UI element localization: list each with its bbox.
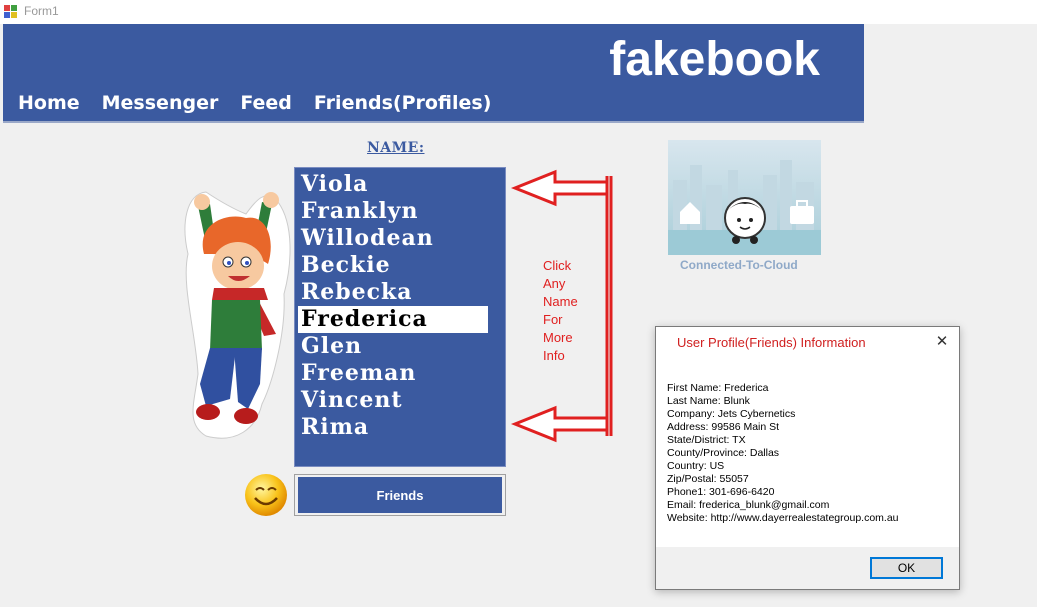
list-item[interactable]: Beckie <box>298 252 488 279</box>
cloud-status-label: Connected-To-Cloud <box>680 258 798 272</box>
profile-line: Zip/Postal: 55057 <box>667 473 749 485</box>
profile-line: County/Province: Dallas <box>667 447 780 459</box>
main-window: Form1 fakebook Home Messenger Feed Frien… <box>0 0 1037 607</box>
list-item[interactable]: Vincent <box>298 387 488 414</box>
profile-line: First Name: Frederica <box>667 382 769 394</box>
nav-home[interactable]: Home <box>18 92 80 114</box>
profile-line: Website: http://www.dayerrealestategroup… <box>667 512 899 524</box>
hint-line: Name <box>543 294 578 309</box>
jumping-boy-cartoon-image <box>184 191 291 439</box>
list-item[interactable]: Glen <box>298 333 488 360</box>
header-divider <box>3 121 864 123</box>
ok-button[interactable]: OK <box>870 557 943 579</box>
dialog-title: User Profile(Friends) Information <box>677 335 866 350</box>
profile-info-dialog: User Profile(Friends) Information ✕ Firs… <box>655 326 960 590</box>
hint-line: More <box>543 330 573 345</box>
list-item[interactable]: Freeman <box>298 360 488 387</box>
profile-line: Country: US <box>667 460 725 472</box>
list-item[interactable]: Viola <box>298 171 488 198</box>
profile-line: Phone1: 301-696-6420 <box>667 486 775 498</box>
list-item[interactable]: Rebecka <box>298 279 488 306</box>
name-label: NAME: <box>367 140 425 156</box>
hint-line: Info <box>543 348 565 363</box>
cloud-city-image <box>668 140 821 255</box>
brand-logo-text: fakebook <box>609 33 820 86</box>
nav-feed[interactable]: Feed <box>240 92 292 114</box>
profile-line: Company: Jets Cybernetics <box>667 408 796 420</box>
smiley-icon <box>245 474 287 516</box>
profile-line: Last Name: Blunk <box>667 395 750 407</box>
friends-listbox[interactable]: Viola Franklyn Willodean Beckie Rebecka … <box>294 167 506 467</box>
app-icon <box>4 5 17 18</box>
click-hint: Click Any Name For More Info <box>543 257 578 365</box>
profile-line: Email: frederica_blunk@gmail.com <box>667 499 830 511</box>
dialog-footer: OK <box>656 547 959 589</box>
profile-line: Address: 99586 Main St <box>667 421 780 433</box>
title-bar: Form1 <box>0 0 1037 24</box>
list-item[interactable]: Franklyn <box>298 198 488 225</box>
hint-line: Click <box>543 258 572 273</box>
friends-button-frame: Friends <box>294 474 506 516</box>
list-item-selected[interactable]: Frederica <box>298 306 488 333</box>
list-item[interactable]: Rima <box>298 414 488 441</box>
header-banner: fakebook Home Messenger Feed Friends(Pro… <box>3 24 864 122</box>
hint-line: For <box>543 312 563 327</box>
nav-friends-profiles[interactable]: Friends(Profiles) <box>314 92 491 114</box>
window-title: Form1 <box>24 4 59 18</box>
hint-line: Any <box>543 276 566 291</box>
profile-line: State/District: TX <box>667 434 746 446</box>
dialog-body: First Name: Frederica Last Name: Blunk C… <box>667 382 899 525</box>
nav-bar: Home Messenger Feed Friends(Profiles) <box>18 92 513 114</box>
friends-button[interactable]: Friends <box>298 477 502 513</box>
list-item[interactable]: Willodean <box>298 225 488 252</box>
close-icon[interactable]: ✕ <box>933 333 951 351</box>
nav-messenger[interactable]: Messenger <box>102 92 219 114</box>
